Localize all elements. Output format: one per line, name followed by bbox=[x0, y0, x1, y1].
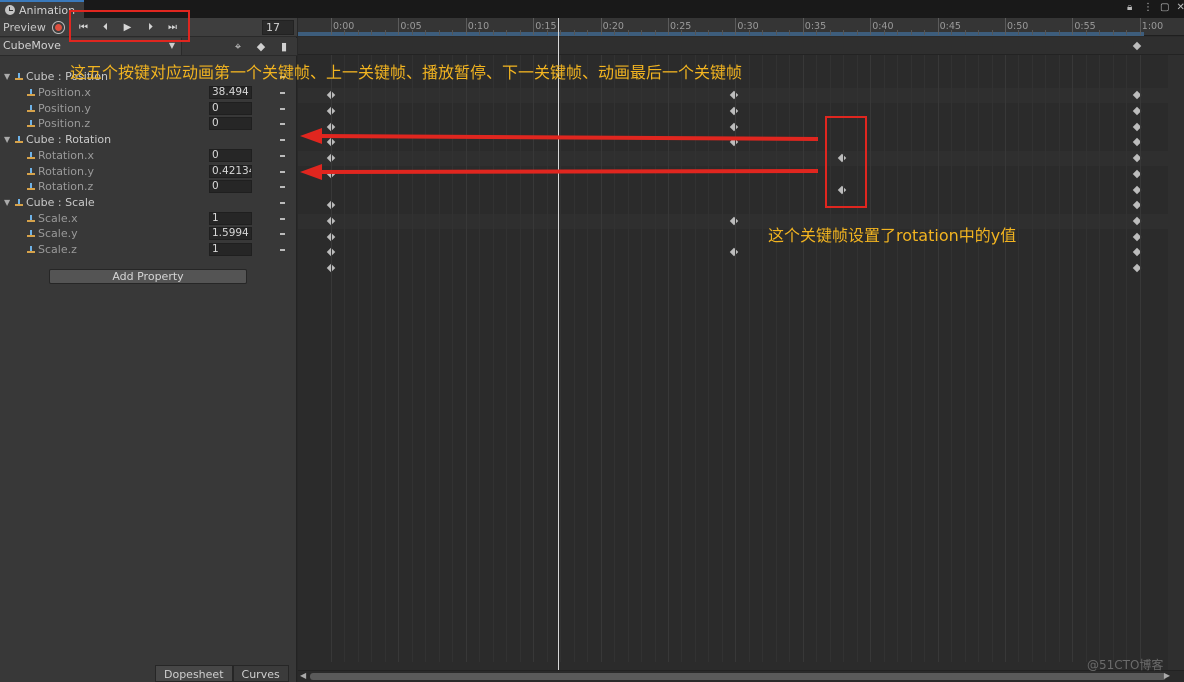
arrowhead-2 bbox=[300, 164, 322, 180]
arrow-to-rotation-y bbox=[300, 164, 819, 180]
arrowhead-1 bbox=[300, 128, 322, 144]
arrow-line-1 bbox=[317, 134, 819, 141]
annotation-arrows bbox=[300, 128, 819, 180]
arrow-line-2 bbox=[317, 169, 819, 174]
arrow-to-rotation-group bbox=[300, 128, 819, 144]
watermark: @51CTO博客 bbox=[1087, 658, 1164, 672]
